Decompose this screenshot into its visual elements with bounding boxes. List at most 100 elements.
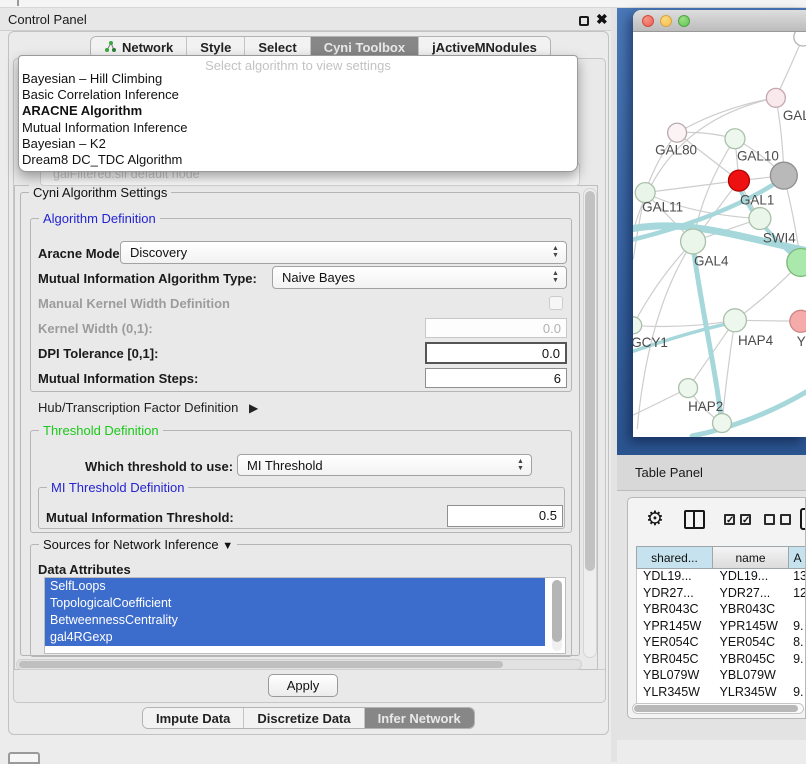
table-header-row: shared...nameA bbox=[636, 546, 806, 569]
network-node[interactable] bbox=[723, 309, 746, 332]
split-columns-icon[interactable] bbox=[684, 510, 705, 529]
table-cell bbox=[789, 602, 806, 619]
table-row[interactable]: YDL19...YDL19...13 bbox=[637, 569, 806, 586]
spinner-arrows-icon[interactable]: ▲▼ bbox=[516, 458, 525, 472]
table-cell: YBR045C bbox=[637, 652, 714, 669]
list-item[interactable]: gal4RGexp bbox=[45, 629, 545, 646]
network-edge[interactable] bbox=[677, 98, 776, 133]
network-edge[interactable] bbox=[633, 241, 693, 325]
algorithm-option[interactable]: Bayesian – K2 bbox=[19, 136, 577, 152]
algorithm-option[interactable]: ARACNE Algorithm bbox=[19, 103, 577, 119]
minimize-window-icon[interactable] bbox=[660, 15, 672, 27]
unchecked-checkbox-icon[interactable] bbox=[764, 514, 775, 525]
manual-kernel-width-checkbox[interactable] bbox=[549, 296, 563, 310]
table-panel-inner: ⚙ ✓ ✓ shared...nameA YDL19...YDL19...13Y… bbox=[627, 497, 806, 719]
mi-threshold-field[interactable]: 0.5 bbox=[447, 505, 563, 527]
aracne-mode-select[interactable]: Discovery ▲▼ bbox=[120, 241, 567, 264]
list-item[interactable]: SelfLoops bbox=[45, 578, 545, 595]
scrollbar-thumb[interactable] bbox=[634, 705, 798, 712]
network-edge[interactable] bbox=[645, 181, 739, 193]
network-node[interactable] bbox=[790, 310, 806, 332]
node-label: GAL10 bbox=[737, 149, 779, 164]
network-node[interactable] bbox=[668, 123, 687, 142]
table-row[interactable]: YBR043CYBR043C bbox=[637, 602, 806, 619]
scrollbar-thumb[interactable] bbox=[552, 580, 562, 642]
gear-icon[interactable]: ⚙ bbox=[646, 506, 664, 531]
table-cell: 13 bbox=[789, 569, 806, 586]
table-cell: YBL079W bbox=[637, 668, 714, 685]
network-graph[interactable]: GALGAL80GAL10GAL1GAL11SWI4GAL4GCY1HAP4YH… bbox=[633, 32, 806, 437]
network-node[interactable] bbox=[633, 317, 642, 334]
mi-algorithm-type-value: Naive Bayes bbox=[282, 270, 355, 285]
unchecked-checkbox-icon[interactable] bbox=[780, 514, 791, 525]
mi-threshold-label: Mutual Information Threshold: bbox=[46, 510, 234, 525]
settings-vertical-scrollbar[interactable] bbox=[583, 188, 597, 658]
zoom-window-icon[interactable] bbox=[678, 15, 690, 27]
tab-infer-network[interactable]: Infer Network bbox=[365, 708, 474, 728]
mi-algorithm-type-label: Mutual Information Algorithm Type: bbox=[38, 271, 257, 286]
spinner-arrows-icon[interactable]: ▲▼ bbox=[551, 270, 560, 284]
network-node[interactable] bbox=[713, 414, 732, 433]
dpi-tolerance-field[interactable]: 0.0 bbox=[425, 342, 567, 364]
apply-button[interactable]: Apply bbox=[268, 674, 338, 697]
algorithm-option[interactable]: Mutual Information Inference bbox=[19, 120, 577, 136]
table-row[interactable]: YDR27...YDR27...12 bbox=[637, 586, 806, 603]
table-row[interactable]: YER054CYER054C8. bbox=[637, 635, 806, 652]
algorithm-option[interactable]: Dream8 DC_TDC Algorithm bbox=[19, 152, 577, 168]
network-node[interactable] bbox=[679, 379, 698, 398]
network-node[interactable] bbox=[725, 129, 745, 149]
close-panel-icon[interactable]: ✖ bbox=[596, 11, 608, 28]
list-vertical-scrollbar[interactable] bbox=[552, 580, 562, 651]
column-header[interactable]: name bbox=[713, 546, 789, 569]
tab-impute-data[interactable]: Impute Data bbox=[143, 708, 244, 728]
kernel-width-field[interactable]: 0.0 bbox=[425, 318, 567, 338]
column-header[interactable]: shared... bbox=[636, 546, 713, 569]
column-header[interactable]: A bbox=[789, 546, 806, 569]
settings-horizontal-scrollbar[interactable] bbox=[16, 659, 582, 670]
table-cell: 8. bbox=[789, 635, 806, 652]
manual-kernel-width-label: Manual Kernel Width Definition bbox=[38, 296, 230, 311]
scrollbar-thumb[interactable] bbox=[19, 661, 503, 668]
network-window-titlebar[interactable] bbox=[633, 10, 806, 32]
table-row[interactable]: YBL079WYBL079W bbox=[637, 668, 806, 685]
list-item[interactable]: TopologicalCoefficient bbox=[45, 595, 545, 612]
data-attributes-label: Data Attributes bbox=[38, 562, 131, 577]
table-cell: YBR043C bbox=[637, 602, 714, 619]
hub-definition-toggle[interactable]: Hub/Transcription Factor Definition ▶ bbox=[38, 400, 258, 415]
float-panel-icon[interactable] bbox=[579, 16, 589, 26]
table-row[interactable]: YLR345WYLR345W9. bbox=[637, 685, 806, 702]
mi-steps-field[interactable]: 6 bbox=[425, 368, 567, 388]
network-node[interactable] bbox=[728, 170, 749, 191]
network-node[interactable] bbox=[794, 32, 806, 46]
mi-steps-label: Mutual Information Steps: bbox=[38, 371, 198, 386]
data-attributes-list[interactable]: SelfLoopsTopologicalCoefficientBetweenne… bbox=[44, 577, 566, 654]
network-node[interactable] bbox=[749, 208, 771, 230]
table-row[interactable]: YPR145WYPR145W9. bbox=[637, 619, 806, 636]
network-node[interactable] bbox=[766, 88, 785, 107]
table-horizontal-scrollbar[interactable] bbox=[632, 703, 804, 714]
table-cell: YDL19... bbox=[637, 569, 714, 586]
node-table: shared...nameA YDL19...YDL19...13YDR27..… bbox=[636, 546, 806, 708]
table-row[interactable]: YBR045CYBR045C9. bbox=[637, 652, 806, 669]
expand-right-icon[interactable]: ▶ bbox=[249, 401, 258, 415]
checked-checkbox-icon[interactable]: ✓ bbox=[724, 514, 735, 525]
close-window-icon[interactable] bbox=[642, 15, 654, 27]
network-node[interactable] bbox=[770, 162, 797, 189]
checked-checkbox-icon[interactable]: ✓ bbox=[740, 514, 751, 525]
spinner-arrows-icon[interactable]: ▲▼ bbox=[551, 245, 560, 259]
collapse-down-icon[interactable]: ▼ bbox=[222, 540, 233, 552]
algorithm-option[interactable]: Bayesian – Hill Climbing bbox=[19, 71, 577, 87]
table-cell: YDL19... bbox=[714, 569, 790, 586]
network-canvas[interactable]: GALGAL80GAL10GAL1GAL11SWI4GAL4GCY1HAP4YH… bbox=[633, 32, 806, 437]
scrollbar-thumb[interactable] bbox=[585, 191, 595, 571]
minimized-panel-icon[interactable] bbox=[8, 752, 40, 764]
mi-algorithm-type-select[interactable]: Naive Bayes ▲▼ bbox=[272, 266, 567, 289]
tab-discretize-data[interactable]: Discretize Data bbox=[244, 708, 364, 728]
sources-group-title[interactable]: Sources for Network Inference ▼ bbox=[39, 537, 237, 552]
which-threshold-select[interactable]: MI Threshold ▲▼ bbox=[237, 454, 532, 476]
network-node[interactable] bbox=[681, 229, 706, 254]
list-item[interactable]: BetweennessCentrality bbox=[45, 612, 545, 629]
algorithm-option[interactable]: Basic Correlation Inference bbox=[19, 87, 577, 103]
document-icon[interactable] bbox=[800, 508, 806, 530]
table-panel-body: ⚙ ✓ ✓ shared...nameA YDL19...YDL19...13Y… bbox=[617, 491, 806, 740]
